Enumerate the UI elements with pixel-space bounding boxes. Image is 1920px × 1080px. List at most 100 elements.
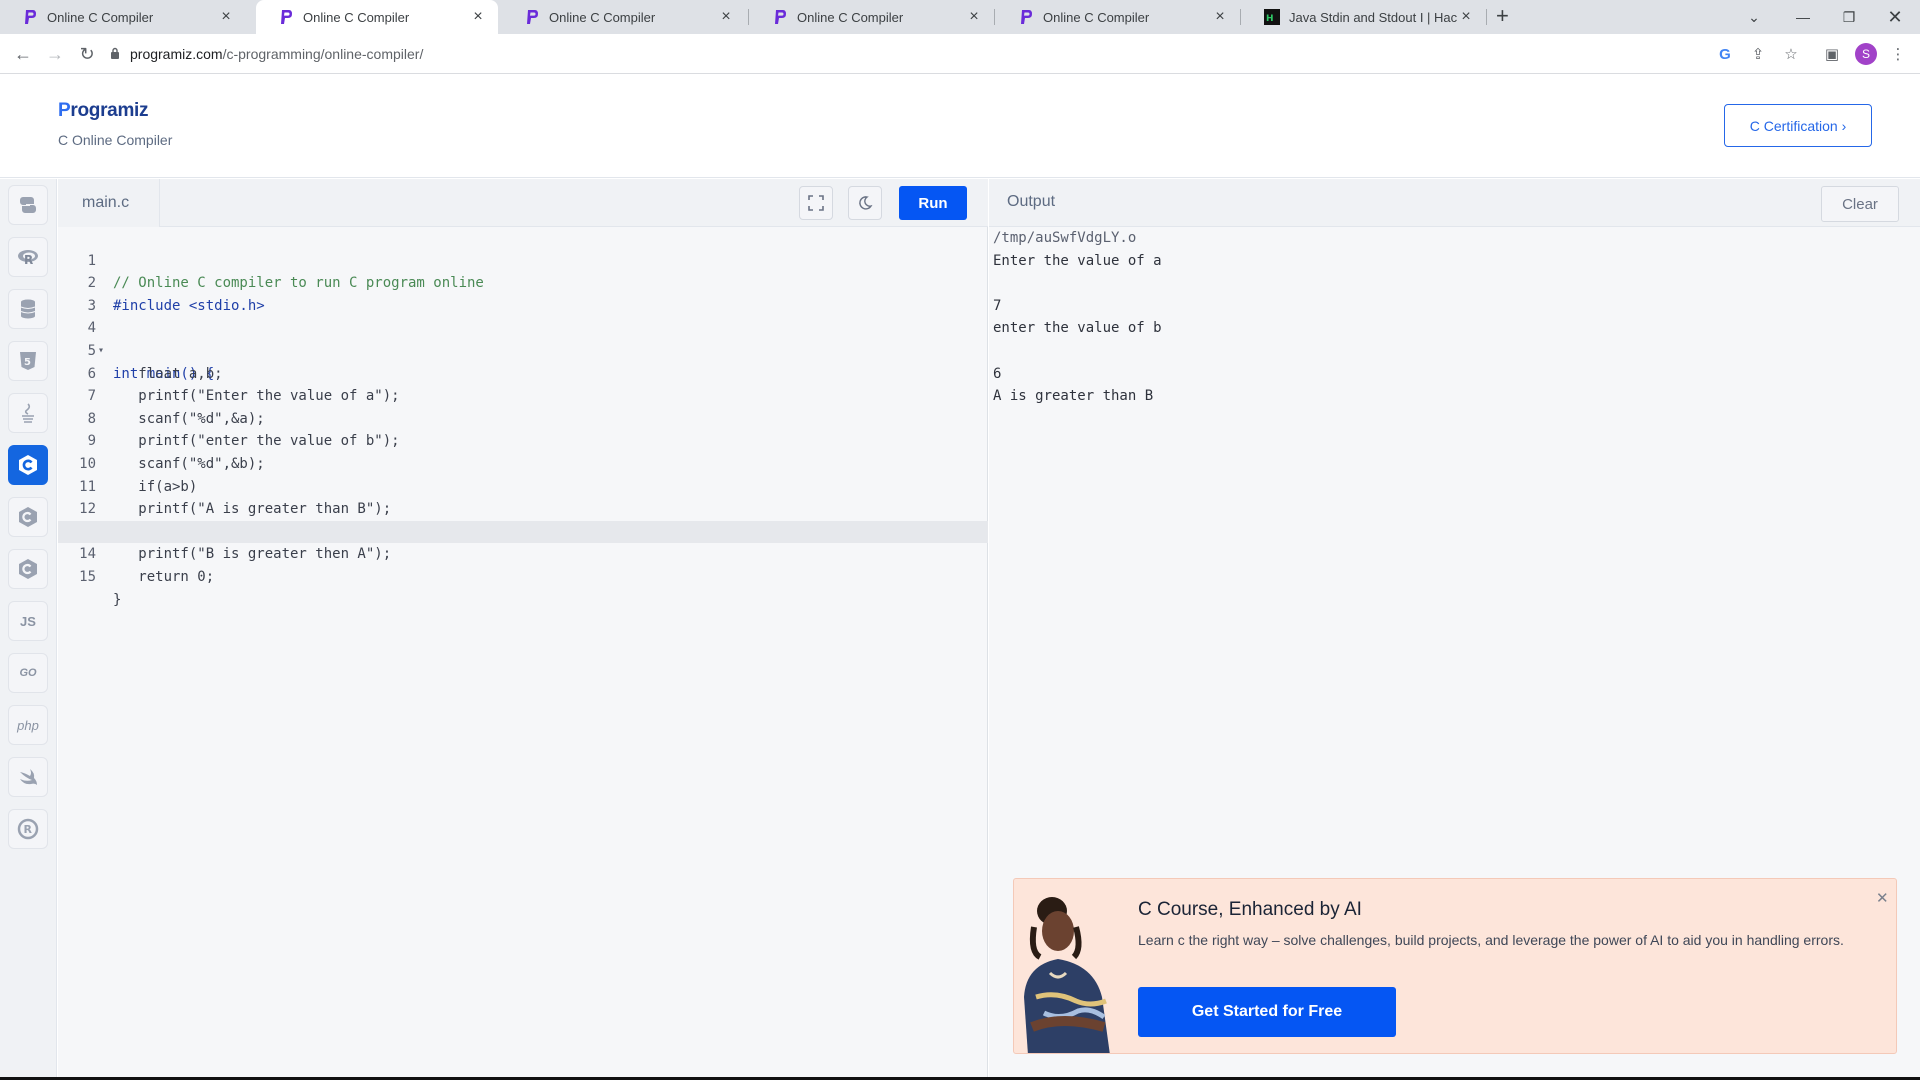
code-line[interactable]: 7 scanf("%d",&a);: [58, 363, 988, 427]
promo-description: Learn c the right way – solve challenges…: [1138, 932, 1844, 948]
tab-title: Java Stdin and Stdout I | HackerR: [1289, 9, 1458, 25]
code-line[interactable]: 9 scanf("%d",&b);: [58, 408, 988, 472]
output-line: 6: [993, 365, 1002, 382]
code-line[interactable]: 2 #include <stdio.h>: [58, 250, 988, 314]
language-sidebar: R 5 JS GO php R: [0, 179, 57, 1080]
browser-tab[interactable]: Online C Compiler ×: [996, 0, 1240, 34]
programiz-icon: [1021, 10, 1032, 24]
close-tab-icon[interactable]: ×: [218, 8, 234, 26]
programiz-logo[interactable]: Programiz: [58, 100, 149, 122]
output-title: Output: [1007, 193, 1056, 210]
line-number: 15: [79, 568, 96, 585]
code-line[interactable]: 4 ▾ int main() {: [58, 295, 988, 381]
java-icon[interactable]: [8, 393, 48, 433]
code-line-current[interactable]: 14 return 0;: [58, 520, 988, 585]
profile-avatar[interactable]: S: [1855, 43, 1877, 65]
code-line[interactable]: 15 }: [58, 543, 988, 608]
close-tab-icon[interactable]: ×: [470, 8, 486, 26]
certification-button[interactable]: C Certification ›: [1724, 104, 1872, 147]
csharp-icon[interactable]: [8, 549, 48, 589]
code-line[interactable]: 10 if(a>b): [58, 430, 988, 495]
back-icon[interactable]: ←: [10, 41, 36, 67]
editor-toolbar: main.c Run: [58, 179, 988, 227]
code-line[interactable]: 6 printf("Enter the value of a");: [58, 340, 988, 405]
svg-text:H: H: [1266, 14, 1274, 24]
output-line: 7: [993, 297, 1002, 314]
browser-toolbar: ← → ↻ programiz.com/c-programming/online…: [0, 34, 1920, 74]
course-promo-banner: C Course, Enhanced by AI Learn c the rig…: [1013, 878, 1897, 1054]
code-line[interactable]: 8 printf("enter the value of b");: [58, 385, 988, 450]
bookmark-star-icon[interactable]: ☆: [1779, 42, 1803, 66]
run-button[interactable]: Run: [899, 186, 967, 220]
tab-search-icon[interactable]: ⌄: [1731, 0, 1777, 34]
browser-tabstrip: Online C Compiler × Online C Compiler × …: [0, 0, 1920, 34]
get-started-button[interactable]: Get Started for Free: [1138, 987, 1396, 1037]
browser-tab[interactable]: H Java Stdin and Stdout I | HackerR ×: [1242, 0, 1486, 34]
code-line[interactable]: 12 else: [58, 476, 988, 540]
lock-icon: [110, 46, 120, 62]
output-line: enter the value of b: [993, 320, 1162, 337]
browser-tab-active[interactable]: Online C Compiler ×: [256, 0, 498, 34]
rust-icon[interactable]: R: [8, 809, 48, 849]
close-tab-icon[interactable]: ×: [966, 8, 982, 26]
r-icon[interactable]: R: [8, 237, 48, 277]
file-tab-main-c[interactable]: main.c: [58, 179, 160, 227]
programiz-icon: [281, 10, 292, 24]
url-host: programiz.com: [130, 46, 223, 62]
php-icon[interactable]: php: [8, 705, 48, 745]
output-line: /tmp/auSwfVdgLY.o: [993, 230, 1137, 246]
programiz-icon: [775, 10, 786, 24]
cpp-icon[interactable]: [8, 497, 48, 537]
code-line[interactable]: 3: [58, 272, 988, 314]
js-icon[interactable]: JS: [8, 601, 48, 641]
tab-divider: [1240, 9, 1241, 25]
dark-mode-icon[interactable]: [848, 186, 882, 220]
side-panel-icon[interactable]: ▣: [1820, 42, 1844, 66]
clear-button[interactable]: Clear: [1821, 186, 1899, 222]
restore-icon[interactable]: ❐: [1826, 0, 1872, 34]
browser-tab[interactable]: Online C Compiler ×: [502, 0, 746, 34]
close-tab-icon[interactable]: ×: [1212, 8, 1228, 26]
programiz-icon: [527, 10, 538, 24]
code-line[interactable]: 1 // Online C compiler to run C program …: [58, 227, 988, 292]
forward-icon[interactable]: →: [42, 41, 68, 67]
close-tab-icon[interactable]: ×: [1458, 8, 1474, 26]
code-line[interactable]: 11 printf("A is greater than B");: [58, 453, 988, 518]
close-window-icon[interactable]: ✕: [1872, 0, 1918, 34]
tab-title: Online C Compiler: [1043, 9, 1150, 25]
minimize-icon[interactable]: —: [1780, 0, 1826, 34]
code-line[interactable]: 13 printf("B is greater then A");: [58, 498, 988, 563]
swift-icon[interactable]: [8, 757, 48, 797]
new-tab-icon[interactable]: +: [1496, 3, 1509, 29]
svg-text:R: R: [24, 253, 33, 266]
code-line[interactable]: 5 float a,b;: [58, 317, 988, 382]
svg-text:R: R: [24, 823, 33, 836]
fullscreen-icon[interactable]: [799, 186, 833, 220]
output-line: A is greater than B: [993, 388, 1154, 405]
svg-text:5: 5: [24, 357, 31, 368]
share-icon[interactable]: ⇪: [1746, 42, 1770, 66]
html-icon[interactable]: 5: [8, 341, 48, 381]
google-icon[interactable]: G: [1713, 42, 1737, 66]
programiz-icon: [25, 10, 36, 24]
output-toolbar: Output Clear: [989, 179, 1920, 227]
tab-title: Online C Compiler: [303, 9, 410, 25]
sql-icon[interactable]: [8, 289, 48, 329]
address-bar[interactable]: programiz.com/c-programming/online-compi…: [110, 39, 1730, 69]
reload-icon[interactable]: ↻: [74, 41, 100, 67]
promo-person-image: [1024, 897, 1110, 1053]
promo-title: C Course, Enhanced by AI: [1138, 899, 1362, 920]
close-tab-icon[interactable]: ×: [718, 8, 734, 26]
code-editor[interactable]: 1 // Online C compiler to run C program …: [58, 227, 988, 1080]
close-icon[interactable]: ✕: [1876, 889, 1889, 907]
c-icon[interactable]: [8, 445, 48, 485]
tab-divider: [1486, 9, 1487, 25]
browser-tab[interactable]: Online C Compiler ×: [0, 0, 246, 34]
go-icon[interactable]: GO: [8, 653, 48, 693]
menu-kebab-icon[interactable]: ⋮: [1886, 42, 1910, 66]
python-icon[interactable]: [8, 185, 48, 225]
browser-tab[interactable]: Online C Compiler ×: [750, 0, 994, 34]
tab-divider: [994, 9, 995, 25]
tab-title: Online C Compiler: [47, 9, 154, 25]
tab-divider: [748, 9, 749, 25]
